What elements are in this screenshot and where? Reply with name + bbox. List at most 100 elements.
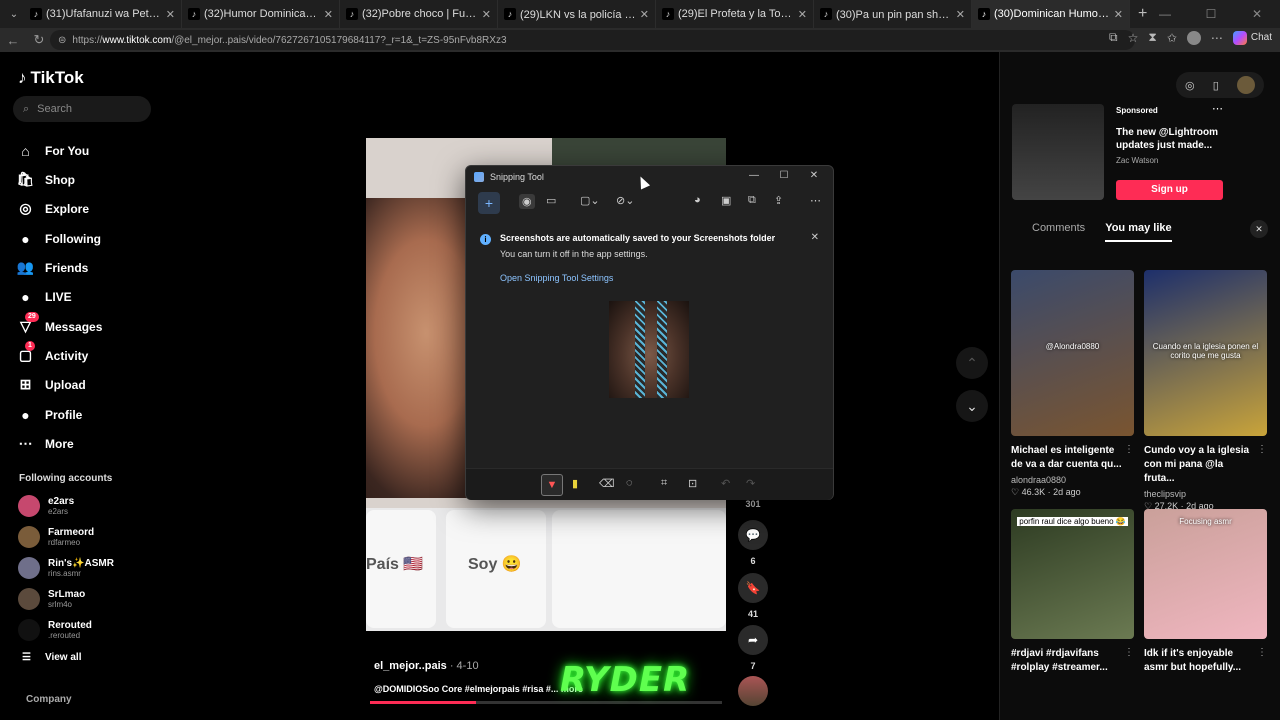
tab-close-icon[interactable]: ✕ xyxy=(166,8,175,21)
sidebar-item-friends[interactable]: 👥 Friends xyxy=(17,259,89,276)
undo-icon[interactable]: ↶ xyxy=(721,477,730,490)
card-more-icon[interactable]: ⋮ xyxy=(1124,444,1134,455)
signup-button[interactable]: Sign up xyxy=(1116,180,1223,200)
comments-icon[interactable]: 💬 xyxy=(738,520,768,550)
view-all-button[interactable]: ☰ View all xyxy=(22,652,81,663)
card-title[interactable]: Idk if it's enjoyable asmr but hopefully… xyxy=(1144,647,1256,675)
favorites-list-icon[interactable]: ✩ xyxy=(1167,31,1177,45)
tab-close-icon[interactable]: ✕ xyxy=(324,8,333,21)
following-account[interactable]: SrLmao srlm4o xyxy=(18,588,85,610)
card-title[interactable]: Michael es inteligente de va a dar cuent… xyxy=(1011,444,1123,472)
coins-icon[interactable]: ◎ xyxy=(1185,79,1195,92)
sidebar-item-shop[interactable]: 🛍 Shop xyxy=(17,171,75,188)
browser-tab[interactable]: ♪ (30)Pa un pin pan shuuuu🥲#risa ✕ xyxy=(814,0,972,28)
sidebar-item-upload[interactable]: ⊞ Upload xyxy=(17,376,86,393)
sponsored-title[interactable]: The new @Lightroom updates just made... xyxy=(1116,126,1236,152)
app-install-icon[interactable]: ⧉ xyxy=(1109,30,1118,45)
snip-minimize-icon[interactable]: — xyxy=(739,166,769,186)
card-author[interactable]: theclipsvip xyxy=(1144,489,1267,499)
video-progress-bar[interactable] xyxy=(370,701,722,704)
refresh-icon[interactable]: ↻ xyxy=(26,32,52,48)
browser-tab[interactable]: ♪ (29)LKN vs la policía 👾💜😔@7 ✕ xyxy=(498,0,656,28)
card-author[interactable]: alondraa0880 xyxy=(1011,475,1134,485)
recommended-video-card[interactable]: porfin raul dice algo bueno 😂 #rdjavi #rd… xyxy=(1011,509,1134,678)
close-window-icon[interactable]: ✕ xyxy=(1234,0,1280,28)
new-snip-button[interactable]: + xyxy=(478,192,500,214)
copy-icon[interactable]: ⧉ xyxy=(748,194,756,207)
following-account[interactable]: Rin's✨ASMR rins.asmr xyxy=(18,557,114,579)
snip-maximize-icon[interactable]: ☐ xyxy=(769,166,799,186)
sound-disc-icon[interactable] xyxy=(738,676,768,706)
sponsored-thumbnail[interactable] xyxy=(1012,104,1104,200)
browser-tab[interactable]: ♪ (31)Ufafanuzi wa Pete za Bahati na ✕ xyxy=(24,0,182,28)
open-settings-link[interactable]: Open Snipping Tool Settings xyxy=(500,273,613,283)
tab-close-icon[interactable]: ✕ xyxy=(482,8,491,21)
tab-close-icon[interactable]: ✕ xyxy=(956,8,965,21)
sidebar-item-for-you[interactable]: ⌂ For You xyxy=(17,142,89,159)
minimize-icon[interactable]: — xyxy=(1142,0,1188,28)
card-more-icon[interactable]: ⋮ xyxy=(1257,444,1267,455)
eraser-icon[interactable]: ⌫ xyxy=(599,477,615,490)
video-thumbnail[interactable]: Cuando en la iglesia ponen el corito que… xyxy=(1144,270,1267,436)
menu-icon[interactable]: ⋯ xyxy=(1211,31,1223,45)
crop-icon[interactable]: ⌗ xyxy=(661,477,667,490)
browser-tab[interactable]: ♪ (32)Humor Dominicano: ¿Buscand ✕ xyxy=(182,0,340,28)
user-avatar[interactable] xyxy=(1236,76,1255,94)
extensions-icon[interactable]: ⧗ xyxy=(1148,30,1156,45)
tab-close-icon[interactable]: ✕ xyxy=(640,8,649,21)
video-mode-icon[interactable]: ▭ xyxy=(546,194,556,207)
sponsored-more-icon[interactable]: ⋯ xyxy=(1212,102,1223,115)
recommended-video-card[interactable]: Focusing asmr Idk if it's enjoyable asmr … xyxy=(1144,509,1267,678)
share-icon[interactable]: ⇪ xyxy=(774,194,783,207)
company-link[interactable]: Company xyxy=(26,694,72,705)
sidebar-item-profile[interactable]: ● Profile xyxy=(17,406,82,423)
sidebar-item-live[interactable]: ● LIVE xyxy=(17,288,71,305)
sidebar-item-messages[interactable]: ▽ 29 Messages xyxy=(17,312,102,335)
sidebar-item-activity[interactable]: ▢ 1 Activity xyxy=(17,341,88,364)
highlighter-icon[interactable]: ▮ xyxy=(572,477,578,490)
video-thumbnail[interactable]: Focusing asmr xyxy=(1144,509,1267,639)
maximize-icon[interactable]: ☐ xyxy=(1188,0,1234,28)
tab-close-icon[interactable]: ✕ xyxy=(798,8,807,21)
save-icon[interactable]: ▣ xyxy=(721,194,731,207)
video-username[interactable]: el_mejor..pais xyxy=(374,660,447,672)
next-video-button[interactable]: ⌄ xyxy=(956,390,988,422)
tiktok-logo[interactable]: ♪ TikTok xyxy=(18,68,84,88)
profile-avatar-icon[interactable] xyxy=(1186,30,1201,45)
snip-close-icon[interactable]: ✕ xyxy=(799,166,829,186)
browser-tab[interactable]: ♪ (29)El Profeta y la Torre: Risas y M ✕ xyxy=(656,0,814,28)
timer-icon[interactable]: ⊘⌄ xyxy=(616,194,634,207)
banner-close-icon[interactable]: ✕ xyxy=(811,232,819,243)
previous-video-button[interactable]: ⌃ xyxy=(956,347,988,379)
tab-close-icon[interactable]: ✕ xyxy=(1114,8,1123,21)
edit-in-paint-icon[interactable]: ◕ xyxy=(694,194,701,206)
sidebar-item-more[interactable]: ⋯ More xyxy=(17,435,74,452)
favorite-icon[interactable]: ☆ xyxy=(1128,31,1139,45)
card-more-icon[interactable]: ⋮ xyxy=(1257,647,1267,658)
snip-shape-icon[interactable]: ▢⌄ xyxy=(580,194,600,207)
tab-comments[interactable]: Comments xyxy=(1032,222,1085,242)
screenshot-mode-icon[interactable]: ◉ xyxy=(519,194,535,209)
following-account[interactable]: Farmeord rdfarmeo xyxy=(18,526,94,548)
tab-list-icon[interactable]: ⌄ xyxy=(4,4,24,24)
search-input[interactable]: ⌕ Search xyxy=(13,96,151,122)
sidebar-item-following[interactable]: ● Following xyxy=(17,230,101,247)
browser-tab[interactable]: ♪ (32)Pobre choco | Funny Videos | T ✕ xyxy=(340,0,498,28)
copilot-chat-button[interactable]: Chat xyxy=(1232,30,1272,45)
redo-icon[interactable]: ↷ xyxy=(746,477,755,490)
sidebar-item-explore[interactable]: ◎ Explore xyxy=(17,200,89,217)
card-more-icon[interactable]: ⋮ xyxy=(1124,647,1134,658)
back-icon[interactable]: ← xyxy=(0,33,26,48)
card-title[interactable]: #rdjavi #rdjavifans #rolplay #streamer..… xyxy=(1011,647,1123,675)
device-icon[interactable]: ▯ xyxy=(1213,79,1219,92)
recommended-video-card[interactable]: @Alondra0880 Michael es inteligente de va… xyxy=(1011,270,1134,498)
following-account[interactable]: e2ars e2ars xyxy=(18,495,74,517)
video-thumbnail[interactable]: @Alondra0880 xyxy=(1011,270,1134,436)
url-field[interactable]: ⊜ https://www.tiktok.com/@el_mejor..pais… xyxy=(50,30,1135,50)
browser-tab[interactable]: ♪ (30)Dominican Humor & Country ✕ xyxy=(972,0,1130,28)
text-actions-icon[interactable]: ⊡ xyxy=(688,477,697,490)
following-account[interactable]: Rerouted .rerouted xyxy=(18,619,92,641)
shapes-icon[interactable]: ◌ xyxy=(626,477,633,489)
recommended-video-card[interactable]: Cuando en la iglesia ponen el corito que… xyxy=(1144,270,1267,512)
tab-you-may-like[interactable]: You may like xyxy=(1105,222,1172,242)
